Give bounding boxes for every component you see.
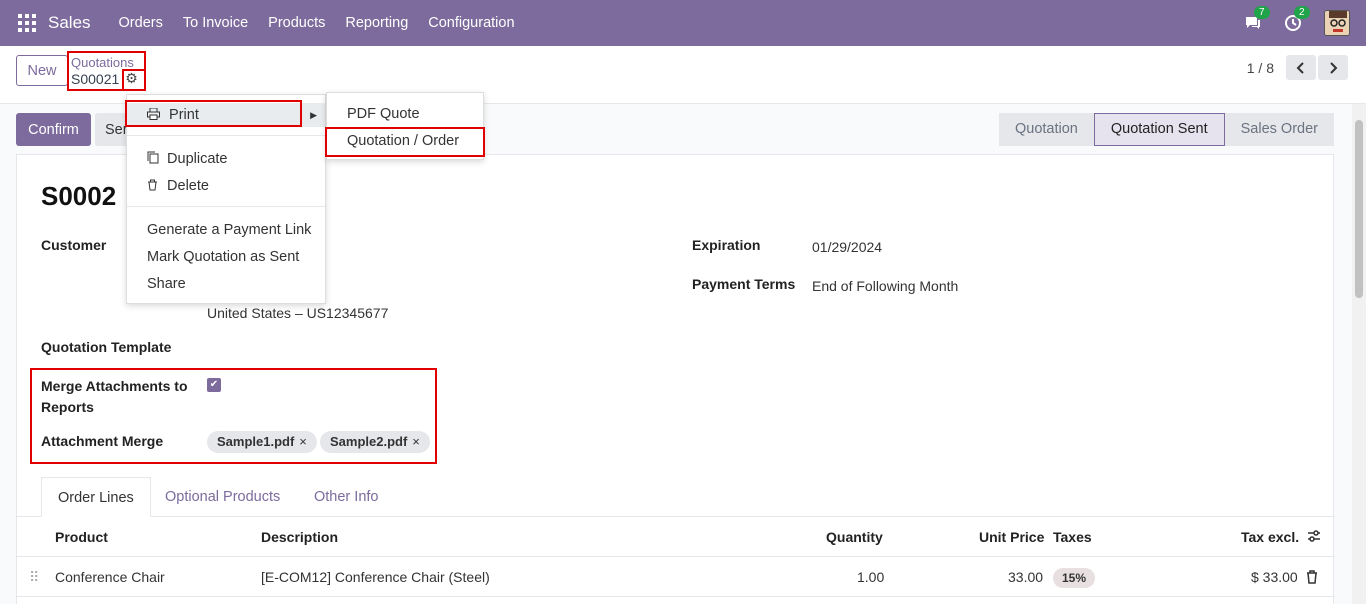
remove-tag-icon[interactable]: ×: [299, 434, 307, 449]
row-description[interactable]: [E-COM12] Conference Chair (Steel): [261, 557, 490, 597]
record-title: S0002: [41, 181, 117, 211]
tab-order-lines[interactable]: Order Lines: [41, 477, 151, 517]
quotation-template-label: Quotation Template: [41, 339, 172, 355]
stage-quotation[interactable]: Quotation: [998, 113, 1094, 146]
expiration-label: Expiration: [692, 237, 761, 253]
action-dropdown-menu: Print ▶ Duplicate Delete Generate a Paym…: [126, 94, 326, 304]
col-unit-price[interactable]: Unit Price: [979, 517, 1044, 557]
payment-terms-label: Payment Terms: [692, 276, 796, 292]
col-taxes[interactable]: Taxes: [1053, 517, 1092, 557]
gear-icon[interactable]: ⚙: [125, 70, 138, 87]
app-name[interactable]: Sales: [48, 13, 91, 33]
table-header: Product Description Quantity Unit Price …: [17, 517, 1335, 557]
menu-item-share[interactable]: Share: [147, 272, 186, 296]
nav-reporting[interactable]: Reporting: [345, 15, 408, 31]
previous-record-button[interactable]: [1286, 55, 1316, 80]
remove-tag-icon[interactable]: ×: [412, 434, 420, 449]
activities-icon[interactable]: 2: [1284, 6, 1310, 32]
row-subtotal: $ 33.00: [1251, 569, 1298, 585]
customer-address: United States – US12345677: [207, 305, 389, 321]
row-product[interactable]: Conference Chair: [55, 557, 165, 597]
col-quantity[interactable]: Quantity: [826, 517, 883, 557]
column-settings-icon[interactable]: [1307, 529, 1321, 546]
table-row[interactable]: ⠿ Conference Chair [E-COM12] Conference …: [17, 557, 1335, 597]
tab-other-info[interactable]: Other Info: [298, 477, 394, 517]
col-tax-excl[interactable]: Tax excl.: [1241, 517, 1299, 557]
nav-products[interactable]: Products: [268, 15, 325, 31]
merge-attachments-label-2: Reports: [41, 399, 94, 415]
breadcrumb: Quotations S00021 ⚙: [71, 55, 138, 87]
submenu-quotation-order[interactable]: Quotation / Order: [347, 129, 459, 153]
breadcrumb-quotations[interactable]: Quotations: [71, 55, 138, 70]
expiration-field[interactable]: 01/29/2024: [812, 239, 882, 255]
payment-terms-field[interactable]: End of Following Month: [812, 278, 958, 294]
scrollbar[interactable]: [1352, 104, 1366, 604]
merge-attachments-label: Merge Attachments to: [41, 378, 188, 394]
attachment-tag[interactable]: Sample2.pdf ×: [320, 431, 430, 453]
printer-icon: [147, 107, 160, 120]
notebook-tabs: Order Lines Optional Products Other Info: [17, 477, 1335, 517]
submenu-caret-icon: ▶: [310, 110, 317, 120]
merge-attachments-checkbox[interactable]: ✔: [207, 378, 221, 392]
messages-badge: 7: [1254, 6, 1270, 19]
row-unit-price[interactable]: 33.00: [1008, 557, 1043, 597]
status-bar: Quotation Quotation Sent Sales Order: [998, 113, 1334, 146]
submenu-pdf-quote[interactable]: PDF Quote: [347, 102, 420, 126]
stage-sales-order[interactable]: Sales Order: [1224, 113, 1334, 146]
confirm-button[interactable]: Confirm: [16, 113, 91, 146]
row-quantity[interactable]: 1.00: [857, 557, 884, 597]
drag-handle-icon[interactable]: ⠿: [29, 557, 39, 597]
col-description[interactable]: Description: [261, 517, 338, 557]
next-record-button[interactable]: [1318, 55, 1348, 80]
col-product[interactable]: Product: [55, 517, 108, 557]
top-navbar: Sales Orders To Invoice Products Reporti…: [0, 0, 1366, 46]
nav-to-invoice[interactable]: To Invoice: [183, 15, 248, 31]
menu-item-mark-sent[interactable]: Mark Quotation as Sent: [147, 245, 299, 269]
nav-configuration[interactable]: Configuration: [428, 15, 514, 31]
user-avatar[interactable]: [1324, 10, 1350, 36]
messages-icon[interactable]: 7: [1244, 6, 1270, 32]
tab-optional-products[interactable]: Optional Products: [149, 477, 296, 517]
customer-label: Customer: [41, 237, 107, 253]
menu-item-payment-link[interactable]: Generate a Payment Link: [147, 218, 311, 242]
attachment-merge-label: Attachment Merge: [41, 433, 164, 449]
print-submenu: PDF Quote Quotation / Order: [326, 92, 484, 160]
menu-item-delete[interactable]: Delete: [147, 174, 209, 198]
pager-value[interactable]: 1 / 8: [1247, 60, 1274, 76]
menu-item-print[interactable]: Print ▶: [127, 103, 325, 127]
breadcrumb-current: S00021: [71, 70, 120, 87]
apps-menu-icon[interactable]: [18, 14, 36, 32]
menu-item-duplicate[interactable]: Duplicate: [147, 147, 227, 171]
activities-badge: 2: [1294, 6, 1310, 19]
pager: 1 / 8: [1247, 55, 1348, 80]
stage-quotation-sent[interactable]: Quotation Sent: [1093, 113, 1225, 146]
attachment-tag[interactable]: Sample1.pdf ×: [207, 431, 317, 453]
trash-icon[interactable]: [1306, 570, 1318, 586]
trash-icon: [148, 179, 157, 191]
row-tax-badge[interactable]: 15%: [1053, 568, 1096, 588]
nav-orders[interactable]: Orders: [119, 15, 163, 31]
copy-icon: [147, 151, 159, 164]
new-button[interactable]: New: [16, 55, 68, 86]
